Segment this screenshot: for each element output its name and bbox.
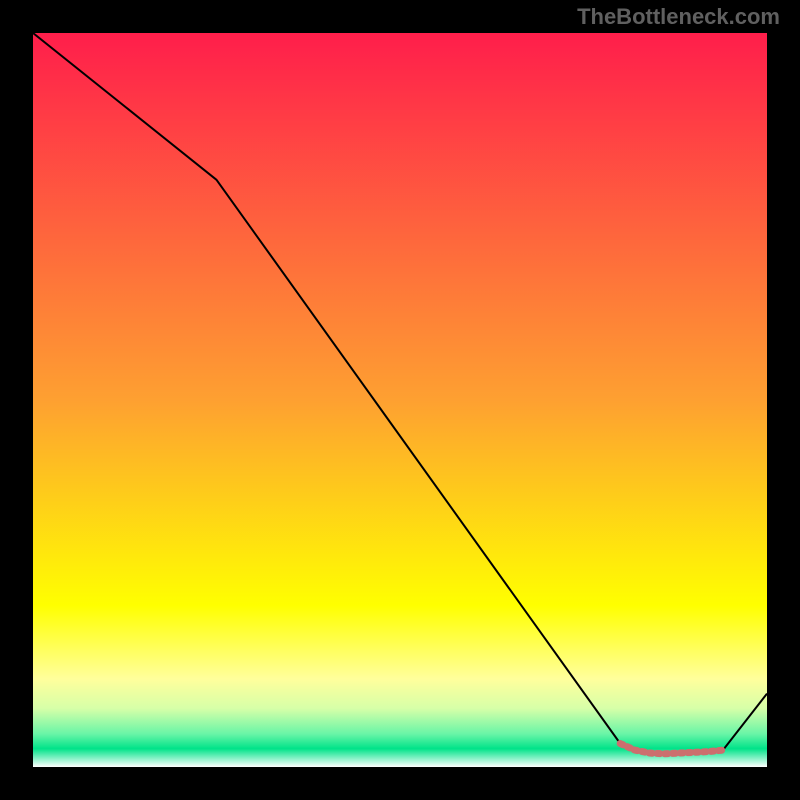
chart-container: TheBottleneck.com [0,0,800,800]
plot-area [33,33,767,767]
chart-lines [33,33,767,767]
series-bottleneck-curve [33,33,767,754]
series-sweet-spot [620,744,723,754]
attribution-text: TheBottleneck.com [577,4,780,30]
